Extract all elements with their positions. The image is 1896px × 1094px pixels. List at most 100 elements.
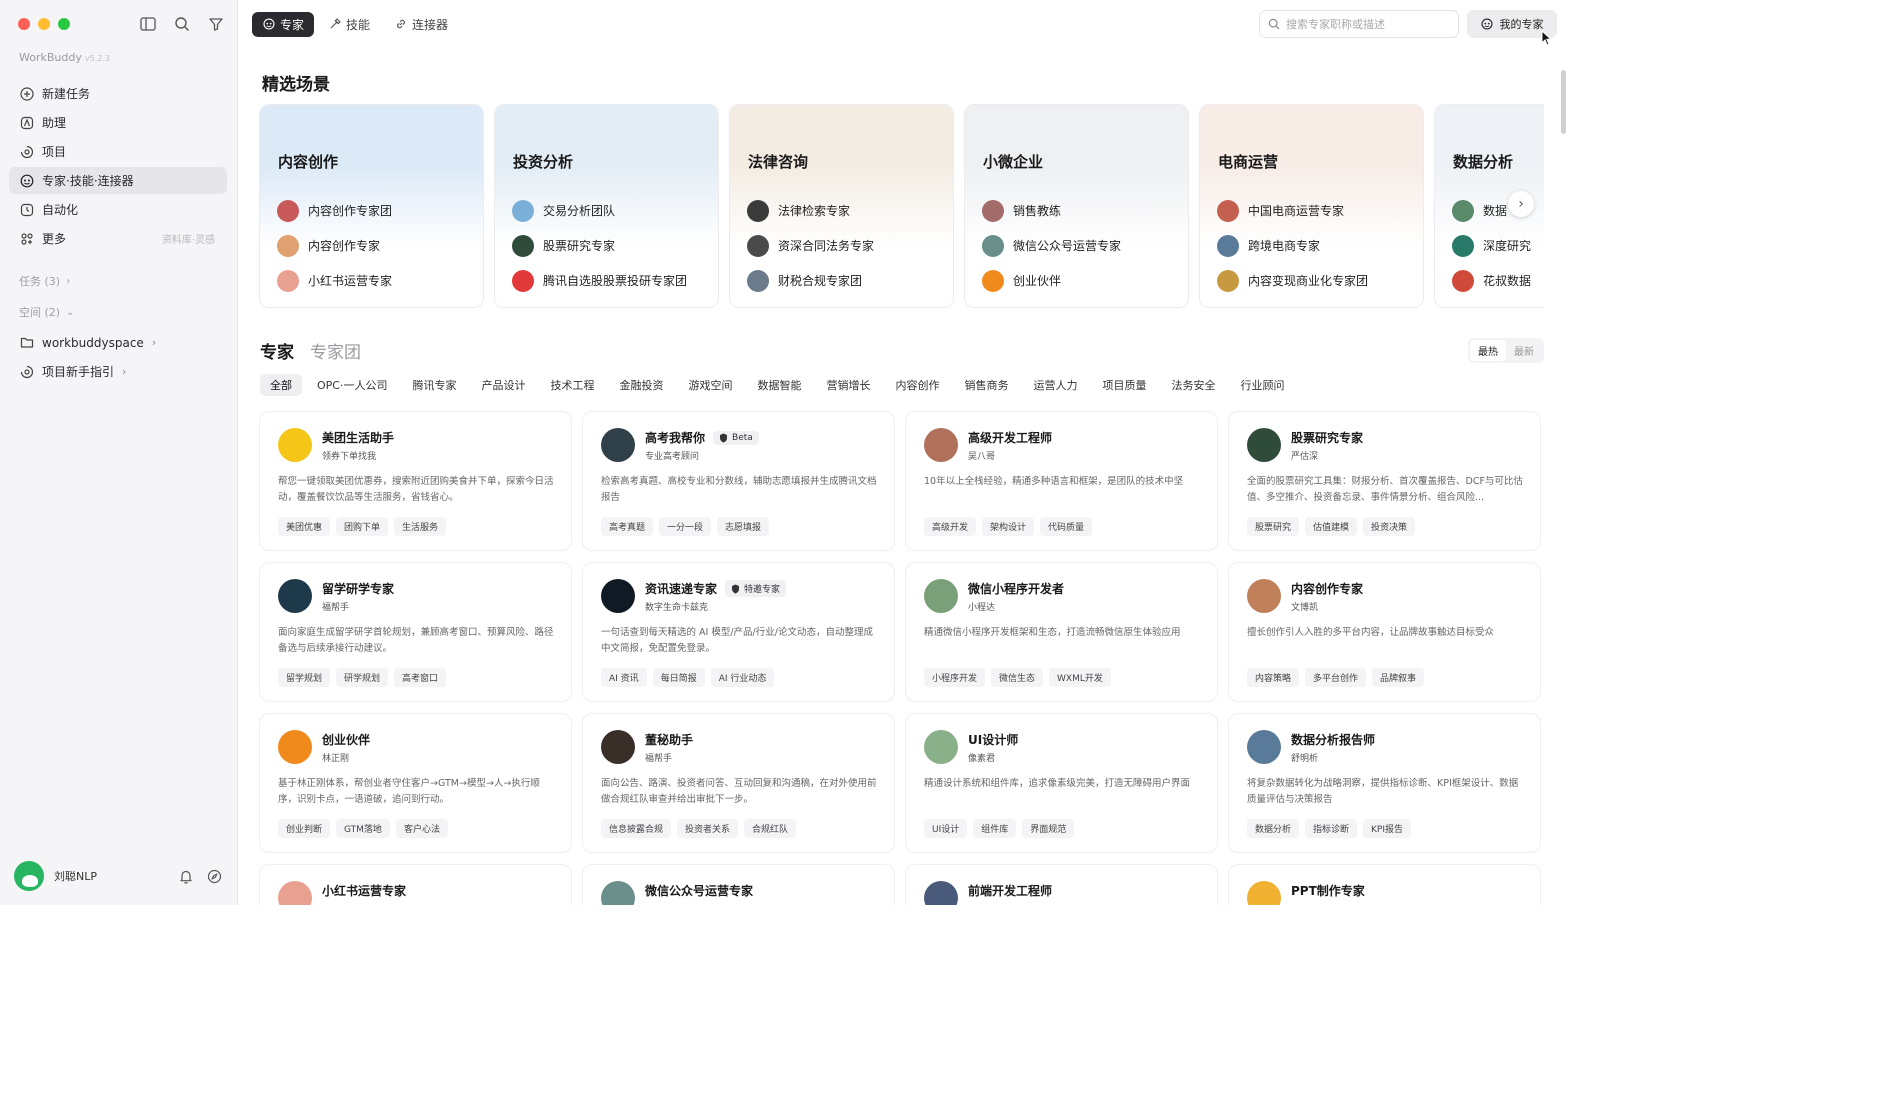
category-chip[interactable]: 行业顾问 [1230, 374, 1294, 396]
expert-card[interactable]: 高级开发工程师 吴八哥 10年以上全栈经验，精通多种语言和框架，是团队的技术中坚 高级… [905, 411, 1218, 551]
sidebar-item-assistant[interactable]: 助理 [9, 109, 227, 136]
category-chip[interactable]: 营销增长 [816, 374, 880, 396]
close-window-button[interactable] [18, 18, 30, 30]
scene-item[interactable]: 微信公众号运营专家 [982, 228, 1121, 263]
search-box[interactable] [1259, 10, 1459, 38]
category-chip[interactable]: 金融投资 [609, 374, 673, 396]
featured-title: 精选场景 [262, 75, 330, 95]
tab-expert-teams[interactable]: 专家团 [310, 338, 361, 363]
scene-item[interactable]: 交易分析团队 [512, 193, 687, 228]
scene-item[interactable]: 资深合同法务专家 [747, 228, 874, 263]
category-chip[interactable]: 游戏空间 [678, 374, 742, 396]
spaces-section-header[interactable]: 空间 (2) ⌄ [9, 301, 227, 323]
expert-card[interactable]: 留学研学专家 福帮手 面向家庭生成留学研学首轮规划，兼顾高考窗口、预算风险、路径备选… [259, 562, 572, 702]
scene-card[interactable]: 小微企业 销售教练 微信公众号运营专家 创业伙伴 [964, 104, 1189, 308]
sidebar-item-new-task[interactable]: 新建任务 [9, 80, 227, 107]
scene-item[interactable]: 股票研究专家 [512, 228, 687, 263]
workspace-label: workbuddyspace [42, 335, 144, 350]
category-chip[interactable]: 运营人力 [1023, 374, 1087, 396]
minimize-window-button[interactable] [38, 18, 50, 30]
avatar [277, 269, 299, 292]
expert-card[interactable]: 小红书运营专家 [259, 864, 572, 905]
sidebar-item-experts[interactable]: 专家·技能·连接器 [9, 167, 227, 194]
filter-icon[interactable] [206, 14, 226, 34]
sidebar-item-more[interactable]: 更多 资料库·灵感 [9, 225, 227, 252]
tasks-section-header[interactable]: 任务 (3) › [9, 270, 227, 292]
expert-description: 精通设计系统和组件库，追求像素级完美，打造无障碍用户界面 [924, 778, 1191, 789]
category-chip[interactable]: 全部 [260, 374, 302, 396]
expert-card[interactable]: 数据分析报告师 舒明析 将复杂数据转化为战略洞察，提供指标诊断、KPI框架设计、数据… [1228, 713, 1541, 853]
category-chip[interactable]: 内容创作 [885, 374, 949, 396]
compass-icon[interactable] [204, 866, 224, 886]
scene-item[interactable]: 内容变现商业化专家团 [1217, 263, 1368, 298]
expert-tag: 每日简报 [652, 668, 705, 687]
workspace-item[interactable]: 项目新手指引 › [9, 358, 227, 385]
expert-card[interactable]: UI设计师 像素君 精通设计系统和组件库，追求像素级完美，打造无障碍用户界面 UI设计… [905, 713, 1218, 853]
category-chip[interactable]: 技术工程 [540, 374, 604, 396]
tab-experts-list[interactable]: 专家 [260, 338, 294, 363]
avatar [1247, 881, 1281, 905]
search-input[interactable] [1286, 17, 1446, 31]
scene-item[interactable]: 腾讯自选股股票投研专家团 [512, 263, 687, 298]
scene-item[interactable]: 内容创作专家团 [277, 193, 392, 228]
tab-skills[interactable]: 技能 [318, 12, 380, 37]
expert-card[interactable]: 微信小程序开发者 小程达 精通微信小程序开发框架和生态，打造流畅微信原生体验应用 小程… [905, 562, 1218, 702]
scene-item[interactable]: 法律检索专家 [747, 193, 874, 228]
scene-item-label: 数据 [1483, 204, 1508, 218]
category-chip[interactable]: 销售商务 [954, 374, 1018, 396]
expert-tag: 研学规划 [336, 668, 389, 687]
category-chip[interactable]: 产品设计 [471, 374, 535, 396]
search-icon[interactable] [172, 14, 192, 34]
sort-hot-button[interactable]: 最热 [1470, 340, 1506, 361]
scene-item[interactable]: 中国电商运营专家 [1217, 193, 1368, 228]
scene-item[interactable]: 小红书运营专家 [277, 263, 392, 298]
expert-description: 全面的股票研究工具集：财报分析、首次覆盖报告、DCF与可比估值、多空推介、投资备… [1247, 476, 1523, 503]
scene-card[interactable]: 法律咨询 法律检索专家 资深合同法务专家 财税合规专家团 [729, 104, 954, 308]
scene-item[interactable]: 花叔数据 [1452, 263, 1531, 298]
scene-card[interactable]: 投资分析 交易分析团队 股票研究专家 腾讯自选股股票投研专家团 [494, 104, 719, 308]
expert-tags: 创业判断 GTM落地 客户心法 [278, 819, 454, 838]
expert-card[interactable]: 创业伙伴 林正刚 基于林正刚体系，帮创业者守住客户→GTM→模型→人→执行顺序，识别… [259, 713, 572, 853]
scene-item[interactable]: 内容创作专家 [277, 228, 392, 263]
category-chip[interactable]: 法务安全 [1161, 374, 1225, 396]
scene-card[interactable]: 内容创作 内容创作专家团 内容创作专家 小红书运营专家 [259, 104, 484, 308]
category-chip[interactable]: 项目质量 [1092, 374, 1156, 396]
expert-card[interactable]: 内容创作专家 文博凯 擅长创作引人入胜的多平台内容，让品牌故事触达目标受众 内容策略多… [1228, 562, 1541, 702]
avatar[interactable] [14, 861, 44, 891]
scene-item[interactable]: 跨境电商专家 [1217, 228, 1368, 263]
tab-experts[interactable]: 专家 [252, 11, 315, 37]
category-chip[interactable]: 数据智能 [747, 374, 811, 396]
chevron-right-icon[interactable]: › [1508, 191, 1534, 217]
expert-card[interactable]: 微信公众号运营专家 [582, 864, 895, 905]
expert-card[interactable]: 董秘助手 福帮手 面向公告、路演、投资者问答、互动回复和沟通稿，在对外使用前做合规红… [582, 713, 895, 853]
scene-item[interactable]: 深度研究 [1452, 228, 1531, 263]
expert-tag: 高级开发 [924, 517, 977, 536]
expert-card[interactable]: 股票研究专家 严估深 全面的股票研究工具集：财报分析、首次覆盖报告、DCF与可比估值… [1228, 411, 1541, 551]
sort-new-button[interactable]: 最新 [1506, 340, 1542, 361]
expert-card[interactable]: 前端开发工程师 [905, 864, 1218, 905]
tab-connectors[interactable]: 连接器 [384, 12, 458, 37]
expert-card[interactable]: 高考我帮你 Beta 专业高考顾问 检索高考真题、高校专业和分数线，辅助志愿填报并生成… [582, 411, 895, 551]
scene-item[interactable]: 创业伙伴 [982, 263, 1121, 298]
scene-item[interactable]: 销售教练 [982, 193, 1121, 228]
expert-tags: 美团优惠 团购下单 生活服务 [278, 517, 452, 536]
scene-item[interactable]: 财税合规专家团 [747, 263, 874, 298]
expert-card[interactable]: 美团生活助手 领券下单找我 帮您一键领取美团优惠券，搜索附近团购美食并下单，探索今日… [259, 411, 572, 551]
avatar [982, 269, 1004, 292]
scene-card[interactable]: 电商运营 中国电商运营专家 跨境电商专家 内容变现商业化专家团 [1199, 104, 1424, 308]
expert-card[interactable]: PPT制作专家 [1228, 864, 1541, 905]
workspace-item[interactable]: workbuddyspace › [9, 329, 227, 356]
zoom-window-button[interactable] [58, 18, 70, 30]
sidebar-item-automation[interactable]: 自动化 [9, 196, 227, 223]
user-name[interactable]: 刘聪NLP [54, 868, 168, 884]
avatar [601, 881, 635, 905]
bell-icon[interactable] [176, 866, 196, 886]
category-chip[interactable]: 腾讯专家 [402, 374, 466, 396]
sidebar-toggle-icon[interactable] [138, 14, 158, 34]
scene-item-label: 深度研究 [1483, 239, 1532, 253]
category-chip[interactable]: OPC·一人公司 [307, 374, 397, 396]
sidebar-item-project[interactable]: 项目 [9, 138, 227, 165]
automation-icon [19, 202, 35, 218]
expert-card[interactable]: 资讯速递专家 特邀专家 数字生命卡兹克 一句话查到每天精选的 AI 模型/产品/行业/… [582, 562, 895, 702]
scrollbar[interactable] [1561, 70, 1566, 134]
